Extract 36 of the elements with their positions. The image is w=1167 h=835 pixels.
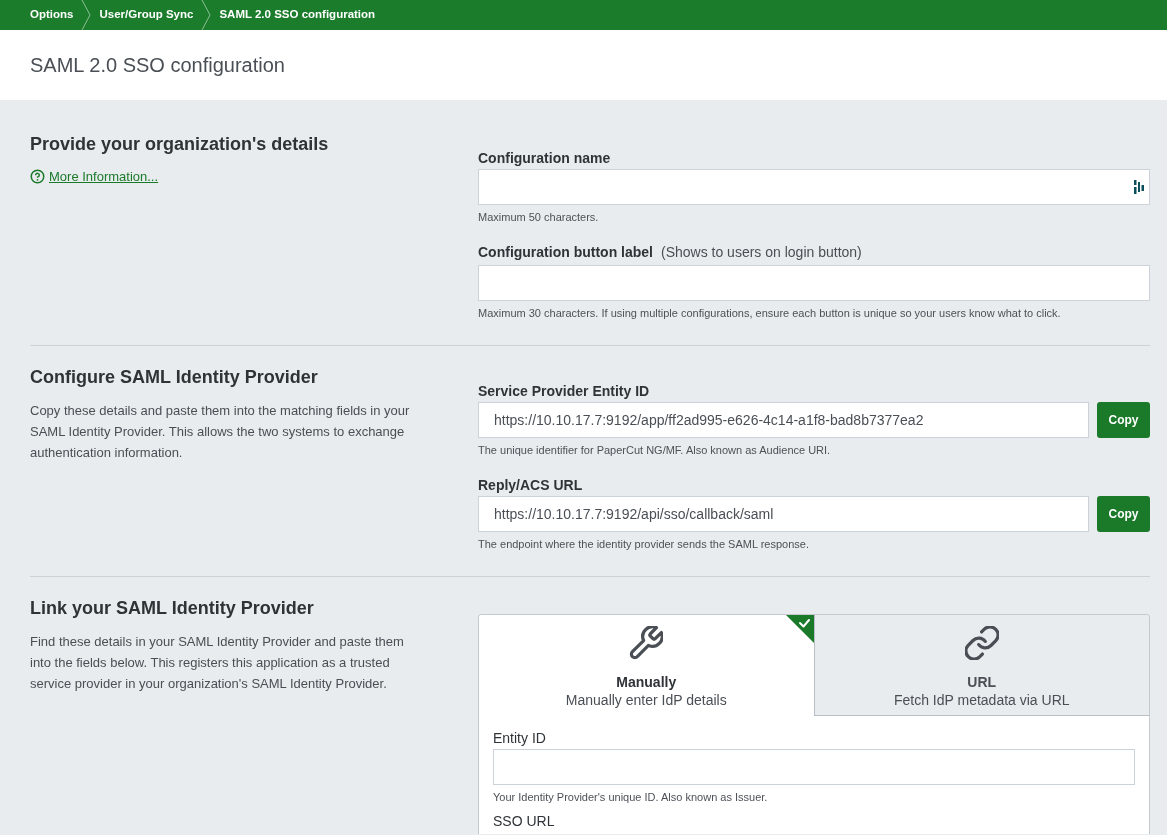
field-label: Service Provider Entity ID — [478, 383, 651, 400]
copy-button[interactable]: Copy — [1097, 402, 1150, 438]
field-label: SSO URL — [493, 813, 556, 830]
section-description: Copy these details and paste them into the matching fields in your SAML Identity Provider. This allows the two systems to exchange authentication information. — [30, 402, 411, 462]
wrench-icon — [629, 626, 664, 660]
section-heading: Configure SAML Identity Provider — [30, 366, 319, 388]
help-circle-icon — [30, 169, 45, 185]
text-field[interactable] — [493, 749, 1135, 785]
help-text: Maximum 30 characters. If using multiple configurations, ensure each button is unique so your users know what to click. — [478, 306, 1062, 320]
more-information-link[interactable]: More Information... — [30, 167, 159, 187]
page-title: SAML 2.0 SSO configuration — [30, 53, 285, 77]
text-field[interactable] — [478, 265, 1150, 301]
section-description: Find these details in your SAML Identity Provider and paste them into the fields below. This registers this application as a trusted service provider in your organization's SAML Identity Provider. — [30, 633, 405, 693]
help-text: Maximum 50 characters. — [478, 210, 600, 224]
field-label: Entity ID — [493, 730, 547, 747]
autofill-icon[interactable] — [1134, 180, 1144, 194]
field-label: Configuration button label — [478, 244, 653, 261]
breadcrumb-link[interactable]: User/Group Sync — [99, 6, 194, 24]
link-icon — [964, 626, 999, 660]
section-heading: Link your SAML Identity Provider — [30, 597, 315, 619]
url-field[interactable]: https://10.10.17.7:9192/app/ff2ad995-e626-4c14-a1f8-bad8b7377ea2 — [478, 402, 1089, 438]
help-text: The endpoint where the identity provider sends the SAML response. — [478, 537, 810, 551]
chevron-icon — [201, 0, 212, 30]
help-text: The unique identifier for PaperCut NG/MF. Also known as Audience URI. — [478, 443, 832, 457]
copy-button[interactable]: Copy — [1097, 496, 1150, 532]
breadcrumb-link[interactable]: Options — [30, 6, 74, 24]
field-label: Configuration name — [478, 150, 612, 167]
text-field[interactable] — [478, 169, 1150, 205]
url-field[interactable]: https://10.10.17.7:9192/api/sso/callback/saml — [478, 496, 1089, 532]
section-heading: Provide your organization's details — [30, 133, 330, 155]
field-label: Reply/ACS URL — [478, 477, 584, 494]
option-tab[interactable]: URL Fetch IdP metadata via URL — [813, 615, 1149, 716]
breadcrumb-current: SAML 2.0 SSO configuration — [219, 7, 376, 23]
help-text: Your Identity Provider's unique ID. Also known as Issuer. — [493, 790, 769, 804]
chevron-icon — [81, 0, 92, 30]
field-note: (Shows to users on login button) — [661, 244, 862, 261]
